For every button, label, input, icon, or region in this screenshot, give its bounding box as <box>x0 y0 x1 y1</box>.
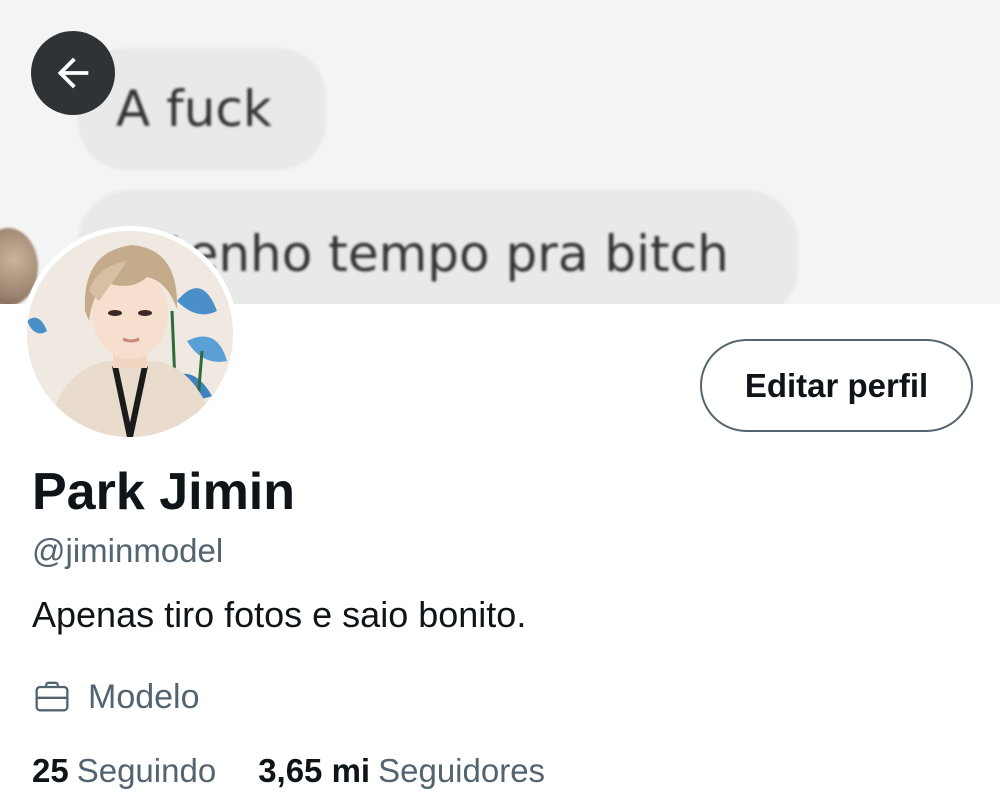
following-label: Seguindo <box>76 752 217 789</box>
profile-job: Modelo <box>32 676 200 718</box>
edit-profile-button[interactable]: Editar perfil <box>700 339 973 432</box>
banner-message-text: A fuck <box>116 80 272 138</box>
profile-stats: 25 Seguindo 3,65 mi Seguidores <box>32 752 545 790</box>
profile-job-label: Modelo <box>88 677 200 716</box>
profile-avatar[interactable] <box>22 226 238 442</box>
followers-count: 3,65 mi <box>258 752 371 789</box>
followers-label: Seguidores <box>378 752 546 789</box>
profile-name: Park Jimin <box>32 463 296 521</box>
briefcase-icon <box>35 681 69 712</box>
arrow-left-icon <box>57 57 89 89</box>
following-link[interactable]: 25 Seguindo <box>32 752 216 790</box>
banner-message-bubble: A fuck <box>78 48 326 170</box>
banner-message-text: tenho tempo pra bitch <box>168 225 729 283</box>
profile-bio: Apenas tiro fotos e saio bonito. <box>32 594 527 635</box>
following-count: 25 <box>32 752 69 789</box>
back-button[interactable] <box>31 31 115 115</box>
followers-link[interactable]: 3,65 mi Seguidores <box>258 752 545 790</box>
avatar-photo <box>27 231 233 437</box>
edit-profile-label: Editar perfil <box>744 366 929 404</box>
profile-handle: @jiminmodel <box>32 532 224 569</box>
